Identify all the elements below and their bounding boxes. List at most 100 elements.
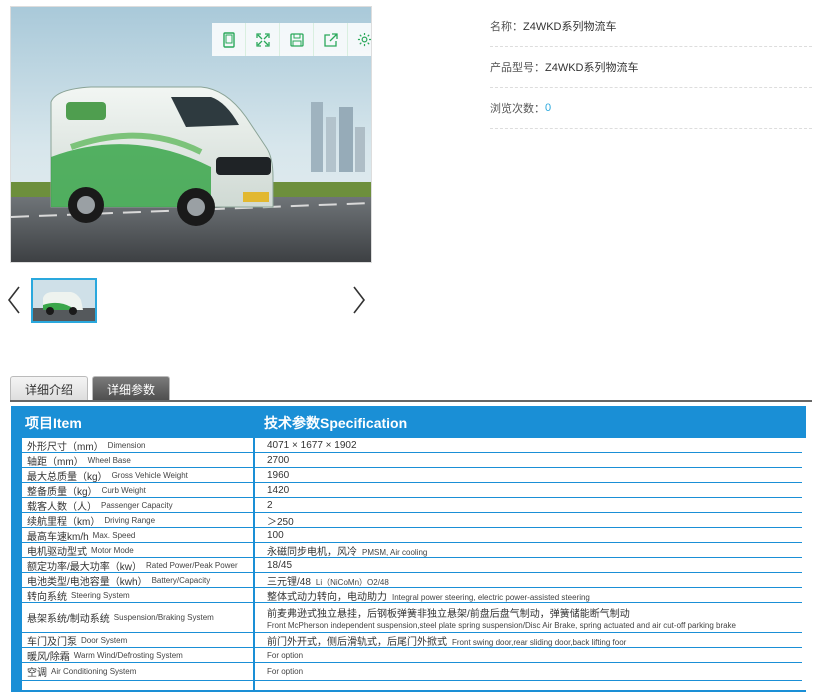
spec-item-cell: 整备质量（kg） Curb Weight (27, 483, 255, 498)
detail-tabs: 详细介绍 详细参数 (10, 376, 174, 401)
model-label: 产品型号： (490, 62, 545, 74)
spec-row: 额定功率/最大功率（kw） Rated Power/Peak Power 18/45 (22, 558, 802, 573)
name-value: Z4WKD系列物流车 (523, 21, 617, 33)
spec-value-cell: 4071 × 1677 × 1902 (267, 438, 362, 452)
spec-item-cn: 转向系统 (27, 591, 67, 603)
spec-item-cn: 载客人数（人） (27, 501, 97, 513)
spec-item-cn: 车门及门泵 (27, 636, 77, 648)
thumbnail-image[interactable] (31, 278, 97, 323)
spec-item-cn: 空调 (27, 668, 47, 679)
spec-value: 4071 × 1677 × 1902 (267, 439, 357, 451)
spec-value: 18/45 (267, 559, 293, 571)
info-views-row: 浏览次数： 0 (490, 88, 812, 129)
image-toolbar (212, 23, 371, 56)
spec-header: 项目Item 技术参数Specification (11, 406, 806, 436)
info-model-row: 产品型号： Z4WKD系列物流车 (490, 47, 812, 88)
spec-item-en: Warm Wind/Defrosting System (73, 650, 183, 660)
spec-item-cn: 整备质量（kg） (27, 486, 98, 498)
product-image[interactable] (10, 6, 372, 263)
chevron-right-icon (353, 286, 366, 314)
spec-value-en: Front McPherson independent suspension,s… (267, 620, 737, 630)
spec-item-en: Dimension (107, 440, 146, 450)
spec-row: 悬架系统/制动系统 Suspension/Braking System 前麦弗逊式独… (22, 603, 802, 633)
spec-item-en: Steering System (71, 590, 130, 600)
tab-details[interactable]: 详细介绍 (10, 376, 89, 401)
spec-item-en: Suspension/Braking System (113, 613, 214, 622)
spec-item-cell: 外形尺寸（mm） Dimension (27, 438, 255, 453)
spec-row: 外形尺寸（mm） Dimension 4071 × 1677 × 1902 (22, 438, 802, 453)
tab-divider (10, 400, 812, 402)
spec-item-cell: 悬架系统/制动系统 Suspension/Braking System (27, 603, 255, 632)
spec-value: 整体式动力转向，电动助力 (267, 591, 387, 603)
column-divider (253, 438, 255, 690)
spec-item-en: Rated Power/Peak Power (146, 560, 238, 570)
spec-value: 1960 (267, 469, 290, 481)
spec-item-en: Air Conditioning System (51, 667, 137, 676)
spec-item-en: Wheel Base (87, 455, 131, 465)
spec-value-cell: 三元锂/48 Li（NiCoMn）O2/48 (267, 573, 389, 588)
model-value: Z4WKD系列物流车 (545, 62, 639, 74)
spec-item-cn: 轴距（mm） (27, 456, 84, 468)
prev-arrow[interactable] (4, 278, 24, 322)
spec-item-cn: 外形尺寸（mm） (27, 441, 104, 453)
spec-value-cell: 永磁同步电机，风冷 PMSM, Air cooling (267, 543, 427, 558)
spec-value-cell: 1420 (267, 483, 294, 497)
spec-value-cell: 整体式动力转向，电动助力 Integral power steering, ele… (267, 588, 590, 603)
spec-item-cell: 额定功率/最大功率（kw） Rated Power/Peak Power (27, 558, 255, 573)
spec-body: 外形尺寸（mm） Dimension 4071 × 1677 × 1902 轴距（mm… (22, 438, 806, 690)
spec-value-cell: 前麦弗逊式独立悬挂，后钢板弹簧非独立悬架/前盘后盘气制动，弹簧储能断气制动 Fro… (267, 603, 736, 632)
spec-table: 项目Item 技术参数Specification 外形尺寸（mm） Dimensi… (11, 406, 806, 692)
spec-item-cn: 续航里程（km） (27, 516, 101, 528)
spec-value-en: Li（NiCoMn）O2/48 (315, 577, 389, 587)
spec-value-cell: For option (267, 648, 303, 662)
spec-value-en: For option (267, 650, 304, 660)
share-icon[interactable] (314, 23, 348, 56)
spec-item-cn: 电池类型/电池容量（kwh） (27, 576, 148, 588)
spec-value: 100 (267, 529, 284, 541)
spec-item-cell: 电机驱动型式 Motor Mode (27, 543, 255, 558)
spec-value: 2700 (267, 454, 290, 466)
spec-item-cell: 空调 Air Conditioning System (27, 663, 255, 680)
views-label: 浏览次数： (490, 103, 545, 115)
spec-item-cell: 最大总质量（kg） Gross Vehicle Weight (27, 468, 255, 483)
spec-row: 转向系统 Steering System 整体式动力转向，电动助力 Integral … (22, 588, 802, 603)
spec-value-cell: For option (267, 663, 303, 680)
spec-item-en: Motor Mode (91, 545, 134, 555)
spec-row: 整备质量（kg） Curb Weight 1420 (22, 483, 802, 498)
spec-row: 轴距（mm） Wheel Base 2700 (22, 453, 802, 468)
spec-row: 载客人数（人） Passenger Capacity 2 (22, 498, 802, 513)
spec-item-cell: 轴距（mm） Wheel Base (27, 453, 255, 468)
thumbnail-strip (4, 278, 374, 323)
spec-item-cell: 最高车速km/h Max. Speed (27, 528, 255, 543)
spec-value-cell: 2700 (267, 453, 294, 467)
spec-value: 前麦弗逊式独立悬挂，后钢板弹簧非独立悬架/前盘后盘气制动，弹簧储能断气制动 (267, 608, 630, 620)
spec-item-en: Driving Range (104, 515, 156, 525)
save-icon[interactable] (280, 23, 314, 56)
spec-item-en: Curb Weight (101, 485, 146, 495)
chevron-left-icon (7, 286, 20, 314)
spec-value-cell: 1960 (267, 468, 294, 482)
spec-value-cell: ＞250 (267, 513, 299, 528)
spec-item-en: Passenger Capacity (101, 500, 173, 510)
header-specification: 技术参数Specification (264, 415, 408, 431)
next-arrow[interactable] (349, 278, 369, 322)
spec-item-cell: 电池类型/电池容量（kwh） Battery/Capacity (27, 573, 255, 588)
tab-parameters[interactable]: 详细参数 (92, 376, 171, 401)
spec-value: 前门外开式，侧后滑轨式，后尾门外掀式 (267, 636, 447, 648)
spec-item-cell: 载客人数（人） Passenger Capacity (27, 498, 255, 513)
gear-icon[interactable] (348, 23, 371, 56)
spec-item-cell: 转向系统 Steering System (27, 588, 255, 603)
spec-value-cell: 18/45 (267, 558, 297, 572)
spec-value-cell: 2 (267, 498, 278, 512)
spec-row: 续航里程（km） Driving Range ＞250 (22, 513, 802, 528)
spec-item-en: Gross Vehicle Weight (111, 470, 188, 480)
spec-row: 空调 Air Conditioning System For option (22, 663, 802, 681)
spec-row: 车门及门泵 Door System 前门外开式，侧后滑轨式，后尾门外掀式 Front … (22, 633, 802, 648)
tablet-icon[interactable] (212, 23, 246, 56)
spec-item-cn: 额定功率/最大功率（kw） (27, 561, 142, 573)
spec-item-cn: 悬架系统/制动系统 (27, 614, 110, 625)
spec-row: 最大总质量（kg） Gross Vehicle Weight 1960 (22, 468, 802, 483)
spec-value-cell: 前门外开式，侧后滑轨式，后尾门外掀式 Front swing door,rear … (267, 633, 626, 648)
spec-row: 暖风/除霜 Warm Wind/Defrosting System For opti… (22, 648, 802, 663)
fullscreen-icon[interactable] (246, 23, 280, 56)
